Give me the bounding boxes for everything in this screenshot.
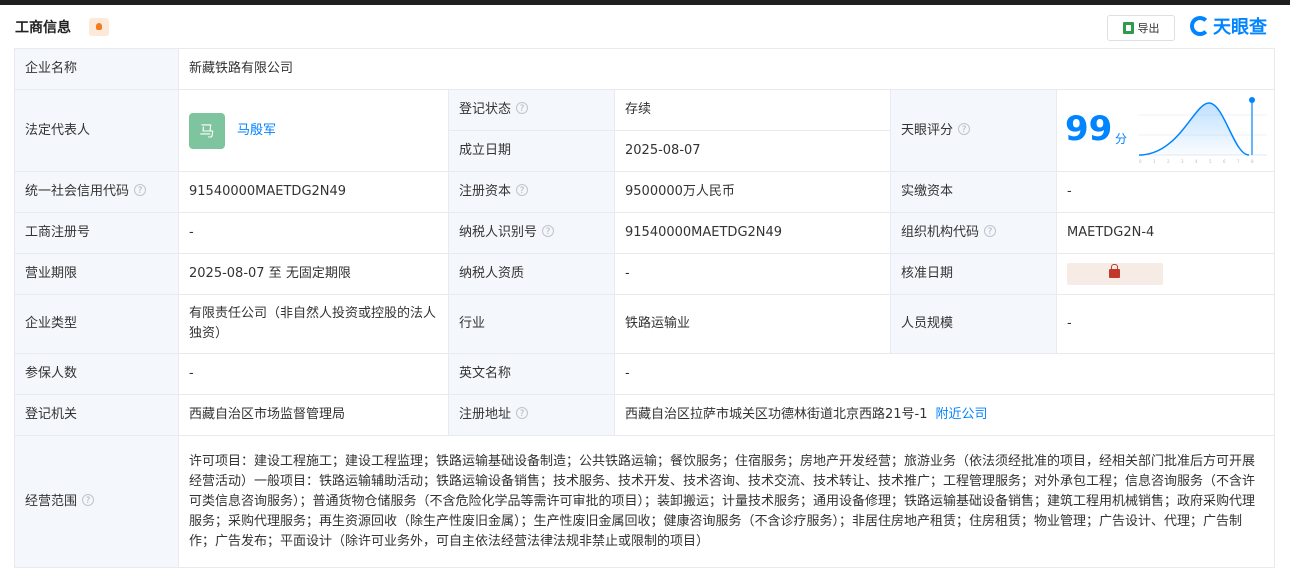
- table-row: 参保人数 - 英文名称 -: [14, 353, 1276, 395]
- legal-rep-label: 法定代表人: [14, 89, 179, 172]
- table-row: 工商注册号 - 纳税人识别号 91540000MAETDG2N49 组织机构代码…: [14, 212, 1276, 254]
- section-title: 工商信息: [15, 20, 71, 36]
- tianyancha-logo-icon: [1190, 16, 1210, 36]
- biz-reg-no-label: 工商注册号: [14, 212, 179, 254]
- score-unit: 分: [1115, 131, 1128, 146]
- svg-text:7: 7: [1237, 159, 1240, 164]
- english-name-label: 英文名称: [448, 353, 615, 395]
- svg-text:0: 0: [1139, 159, 1142, 164]
- taxpayer-qual-value: -: [614, 253, 891, 295]
- scope-label-cell: 经营范围: [14, 435, 179, 568]
- table-row: 营业期限 2025-08-07 至 无固定期限 纳税人资质 - 核准日期: [14, 253, 1276, 295]
- score-value: 99: [1065, 108, 1113, 149]
- taxpayer-id-label-cell: 纳税人识别号: [448, 212, 615, 254]
- staff-size-value: -: [1055, 294, 1276, 354]
- taxpayer-id-label: 纳税人识别号: [459, 225, 538, 240]
- paid-capital-label: 实缴资本: [890, 171, 1057, 213]
- reg-address-cell: 西藏自治区拉萨市城关区功德林街道北京西路21号-1 附近公司: [613, 394, 1276, 436]
- help-icon[interactable]: [134, 181, 147, 201]
- svg-text:6: 6: [1223, 159, 1226, 164]
- company-name-label: 企业名称: [14, 48, 179, 90]
- table-row: 企业名称 新藏铁路有限公司: [14, 48, 1276, 90]
- industry-label: 行业: [448, 294, 615, 354]
- reg-address-label: 注册地址: [459, 407, 512, 422]
- section-header: 工商信息 导出 天眼查: [0, 5, 1290, 47]
- svg-text:4: 4: [1195, 159, 1198, 164]
- reg-address-value: 西藏自治区拉萨市城关区功德林街道北京西路21号-1: [625, 407, 928, 422]
- reg-authority-value: 西藏自治区市场监督管理局: [178, 394, 449, 436]
- credit-code-label-cell: 统一社会信用代码: [14, 171, 179, 213]
- table-row: 统一社会信用代码 91540000MAETDG2N49 注册资本 9500000…: [14, 171, 1276, 213]
- founded-value: 2025-08-07: [614, 130, 891, 172]
- org-code-value: MAETDG2N-4: [1055, 212, 1276, 254]
- help-icon[interactable]: [984, 222, 997, 242]
- reg-capital-label: 注册资本: [459, 184, 512, 199]
- table-row: 经营范围 许可项目：建设工程施工；建设工程监理；铁路运输基础设备制造；公共铁路运…: [14, 435, 1276, 568]
- svg-text:5: 5: [1209, 159, 1212, 164]
- brand-logo[interactable]: 天眼查: [1190, 13, 1267, 39]
- business-scope-value: 许可项目：建设工程施工；建设工程监理；铁路运输基础设备制造；公共铁路运输；餐饮服…: [177, 435, 1276, 568]
- table-row: 企业类型 有限责任公司（非自然人投资或控股的法人独资） 行业 铁路运输业 人员规…: [14, 294, 1276, 354]
- reg-capital-value: 9500000万人民币: [614, 171, 891, 213]
- score-label: 天眼评分: [901, 122, 954, 138]
- svg-text:3: 3: [1181, 159, 1184, 164]
- bell-icon[interactable]: [89, 18, 109, 36]
- reg-status-value: 存续: [614, 89, 891, 131]
- biz-reg-no-value: -: [178, 212, 449, 254]
- company-type-label: 企业类型: [14, 294, 179, 354]
- approval-date-label: 核准日期: [890, 253, 1057, 295]
- reg-capital-label-cell: 注册资本: [448, 171, 615, 213]
- scope-label: 经营范围: [25, 493, 78, 509]
- nearby-companies-link[interactable]: 附近公司: [936, 407, 988, 422]
- biz-term-label: 营业期限: [14, 253, 179, 295]
- credit-code-value: 91540000MAETDG2N49: [178, 171, 449, 213]
- brand-name: 天眼查: [1213, 17, 1267, 38]
- org-code-label-cell: 组织机构代码: [890, 212, 1057, 254]
- paid-capital-value: -: [1055, 171, 1276, 213]
- legal-rep-cell: 马马殷军: [178, 89, 449, 172]
- lock-icon: [1109, 264, 1120, 278]
- insured-label: 参保人数: [14, 353, 179, 395]
- avatar[interactable]: 马: [189, 112, 225, 149]
- help-icon[interactable]: [958, 120, 971, 140]
- score-label-cell: 天眼评分: [890, 89, 1057, 172]
- score-distribution-chart: 0 1 2 3 4 5 6 7 8: [1139, 96, 1267, 164]
- reg-status-label-cell: 登记状态: [448, 89, 615, 131]
- help-icon[interactable]: [516, 99, 529, 119]
- company-name-value: 新藏铁路有限公司: [177, 48, 1276, 90]
- org-code-label: 组织机构代码: [901, 225, 980, 240]
- score-cell[interactable]: 99 分 0 1 2 3 4 5 6 7 8: [1055, 89, 1276, 172]
- table-row: 登记机关 西藏自治区市场监督管理局 注册地址 西藏自治区拉萨市城关区功德林街道北…: [14, 394, 1276, 436]
- staff-size-label: 人员规模: [890, 294, 1057, 354]
- taxpayer-qual-label: 纳税人资质: [448, 253, 615, 295]
- biz-term-value: 2025-08-07 至 无固定期限: [178, 253, 449, 295]
- help-icon[interactable]: [516, 181, 529, 201]
- export-button[interactable]: 导出: [1107, 15, 1175, 41]
- excel-icon: [1122, 22, 1134, 34]
- approval-date-cell: [1055, 253, 1276, 295]
- reg-address-label-cell: 注册地址: [448, 394, 615, 436]
- taxpayer-id-value: 91540000MAETDG2N49: [614, 212, 891, 254]
- svg-text:8: 8: [1251, 159, 1254, 164]
- locked-value[interactable]: [1067, 263, 1163, 285]
- help-icon[interactable]: [82, 491, 95, 511]
- svg-text:2: 2: [1167, 159, 1170, 164]
- export-label: 导出: [1137, 22, 1160, 35]
- help-icon[interactable]: [542, 222, 555, 242]
- business-info-table: 企业名称 新藏铁路有限公司 法定代表人 马马殷军 登记状态 存续 天眼评分 99…: [14, 48, 1276, 568]
- help-icon[interactable]: [516, 404, 529, 424]
- reg-status-label: 登记状态: [459, 102, 512, 117]
- legal-rep-name-link[interactable]: 马殷军: [237, 123, 276, 138]
- industry-value: 铁路运输业: [614, 294, 891, 354]
- score-widget[interactable]: 99 分 0 1 2 3 4 5 6 7 8: [1057, 91, 1274, 171]
- reg-authority-label: 登记机关: [14, 394, 179, 436]
- english-name-value: -: [613, 353, 1276, 395]
- founded-label: 成立日期: [448, 130, 615, 172]
- company-type-value: 有限责任公司（非自然人投资或控股的法人独资）: [178, 294, 449, 354]
- table-row: 法定代表人 马马殷军 登记状态 存续 天眼评分 99 分: [14, 89, 1276, 172]
- svg-text:1: 1: [1153, 159, 1156, 164]
- credit-code-label: 统一社会信用代码: [25, 184, 130, 199]
- insured-value: -: [178, 353, 449, 395]
